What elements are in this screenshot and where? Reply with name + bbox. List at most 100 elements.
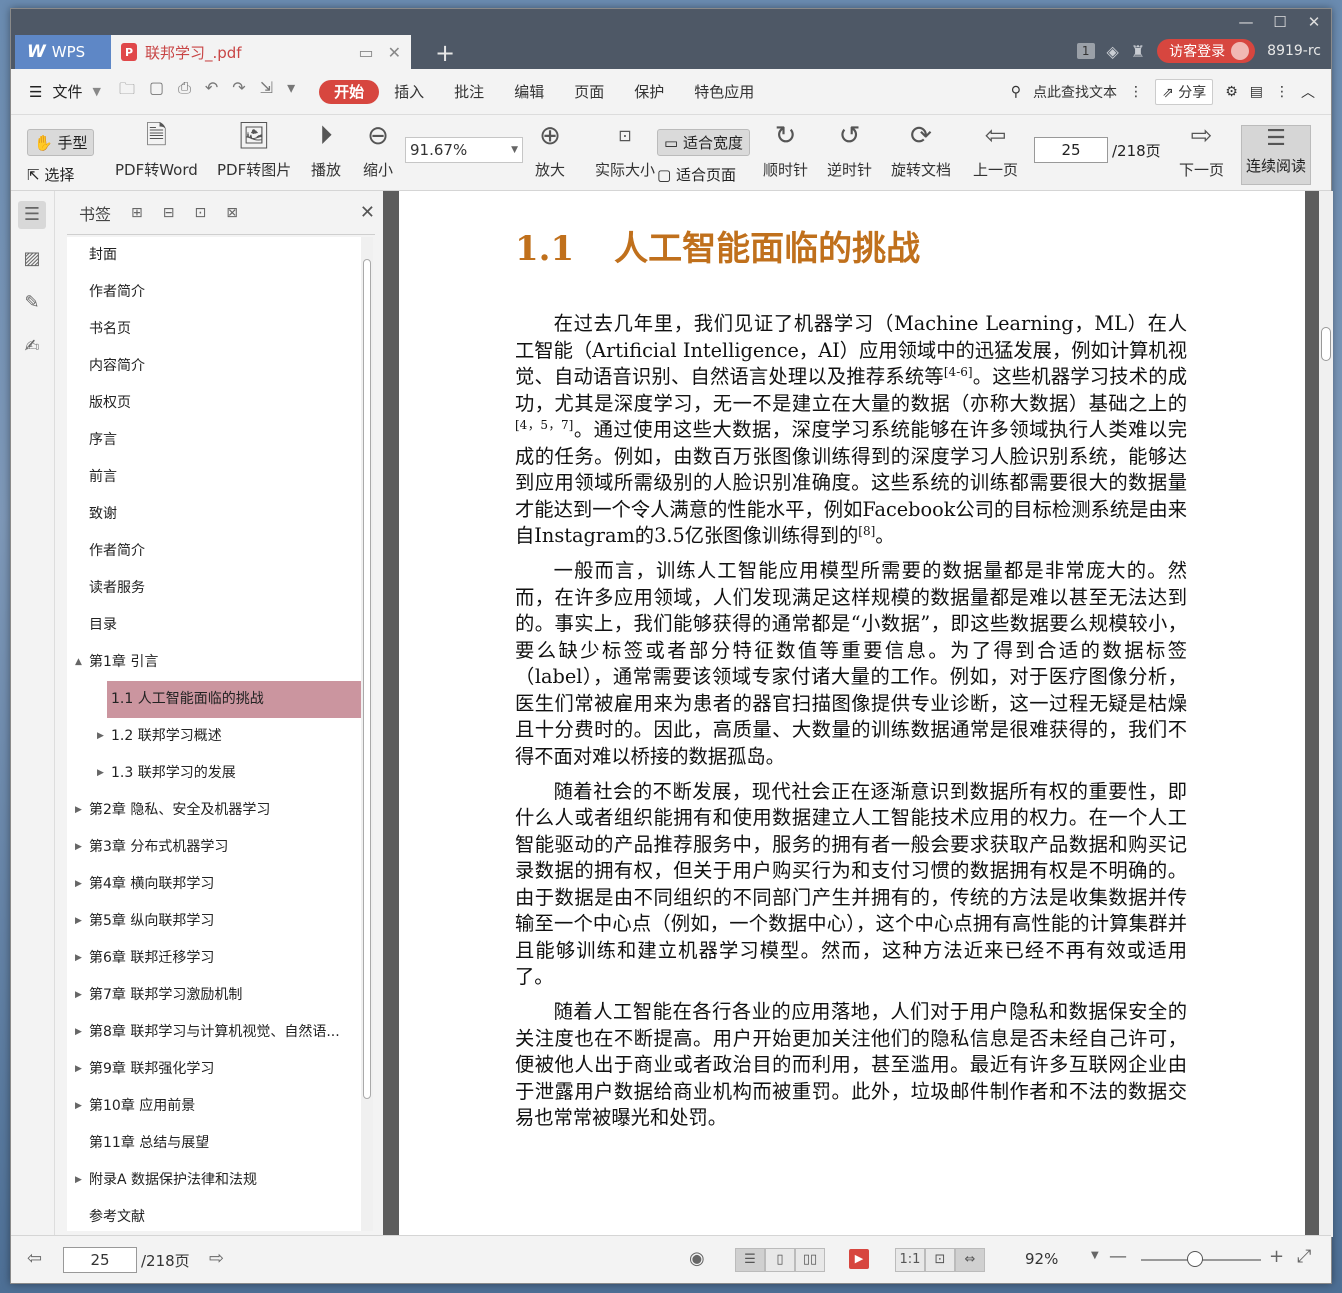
minimize-window-icon[interactable]: —: [1229, 9, 1263, 35]
hand-tool-button[interactable]: ✋ 手型: [27, 129, 95, 156]
status-page-input[interactable]: 25: [63, 1247, 137, 1273]
expand-toggle-icon[interactable]: ▶: [75, 903, 82, 940]
rotate-counterclockwise-button[interactable]: ↺ 逆时针: [827, 121, 872, 180]
zoom-slider-knob[interactable]: [1187, 1251, 1203, 1267]
pin-tab-icon[interactable]: ▭: [358, 43, 373, 62]
bookmark-item[interactable]: 序言: [67, 422, 361, 459]
bookmark-item[interactable]: ▶ 第7章 联邦学习激励机制: [67, 977, 361, 1014]
bookmark-item[interactable]: ▶ 1.2 联邦学习概述: [67, 718, 361, 755]
expand-toggle-icon[interactable]: ▲: [75, 644, 82, 681]
bookmark-item[interactable]: 书名页: [67, 311, 361, 348]
document-scroll-thumb[interactable]: [1321, 327, 1331, 361]
zoom-dropdown-icon[interactable]: ▼: [1091, 1250, 1099, 1261]
status-zoom-value[interactable]: 92%: [1025, 1250, 1058, 1268]
bookmark-item[interactable]: ▶ 第6章 联邦迁移学习: [67, 940, 361, 977]
file-menu[interactable]: 文件: [52, 81, 82, 102]
bookmark-item[interactable]: 读者服务: [67, 570, 361, 607]
menu-tab[interactable]: 保护: [619, 80, 679, 104]
continuous-reading-button[interactable]: ☰ 连续阅读: [1241, 125, 1311, 185]
bookmark-item[interactable]: 封面: [67, 237, 361, 274]
window-count-badge[interactable]: 1: [1076, 43, 1095, 59]
collapse-all-icon[interactable]: ⊟: [163, 205, 175, 221]
menu-tab[interactable]: 批注: [439, 80, 499, 104]
bookmark-item[interactable]: ▶ 附录A 数据保护法律和法规: [67, 1162, 361, 1199]
bookmark-item[interactable]: 版权页: [67, 385, 361, 422]
single-page-icon[interactable]: ▯: [765, 1248, 795, 1272]
expand-toggle-icon[interactable]: ▶: [75, 866, 82, 903]
find-text-button[interactable]: 点此查找文本: [1033, 82, 1117, 102]
expand-toggle-icon[interactable]: ▶: [75, 977, 82, 1014]
fullscreen-icon[interactable]: ⤢: [1297, 1246, 1311, 1267]
expand-toggle-icon[interactable]: ▶: [97, 755, 104, 792]
expand-toggle-icon[interactable]: ▶: [75, 1051, 82, 1088]
bookmark-scroll-thumb[interactable]: [363, 259, 371, 1099]
fit-width-button[interactable]: ▭ 适合宽度: [657, 129, 750, 156]
bookmark-item[interactable]: ▶ 第10章 应用前景: [67, 1088, 361, 1125]
document-tab[interactable]: P 联邦学习_.pdf ▭ ✕: [111, 35, 411, 69]
previous-page-icon[interactable]: ⇦: [27, 1248, 42, 1269]
bookmark-options-icon[interactable]: ⊠: [226, 205, 238, 221]
bookmark-item[interactable]: ▶ 第2章 隐私、安全及机器学习: [67, 792, 361, 829]
bookmark-item[interactable]: 第11章 总结与展望: [67, 1125, 361, 1162]
next-page-button[interactable]: ⇨ 下一页: [1179, 121, 1224, 180]
menu-tab[interactable]: 开始: [319, 79, 380, 104]
add-bookmark-icon[interactable]: ⊡: [194, 205, 206, 221]
bookmark-item[interactable]: ▲ 第1章 引言: [67, 644, 361, 681]
bookmark-item[interactable]: 作者简介: [67, 533, 361, 570]
fit-page-icon[interactable]: ⊡: [925, 1248, 955, 1272]
redo-icon[interactable]: ↷: [232, 78, 245, 105]
bookmark-item[interactable]: 致谢: [67, 496, 361, 533]
bookmark-item[interactable]: 参考文献: [67, 1199, 361, 1231]
close-window-icon[interactable]: ✕: [1297, 9, 1331, 35]
signature-panel-icon[interactable]: ✍: [18, 333, 46, 361]
document-scrollbar[interactable]: [1319, 191, 1333, 1237]
zoom-in-button[interactable]: ⊕ 放大: [535, 121, 565, 180]
fit-page-button[interactable]: ▢ 适合页面: [657, 164, 750, 185]
document-view[interactable]: 1.1 人工智能面临的挑战 在过去几年里，我们见证了机器学习（Machine Le…: [383, 191, 1333, 1237]
skin-icon[interactable]: ◈: [1107, 42, 1119, 61]
menu-tab[interactable]: 特色应用: [679, 80, 769, 104]
bookmark-scrollbar[interactable]: [361, 237, 373, 1231]
bookmark-item[interactable]: ▶ 第5章 纵向联邦学习: [67, 903, 361, 940]
print-icon[interactable]: ⎙: [178, 78, 191, 105]
wps-home-tab[interactable]: W WPS: [15, 35, 111, 69]
expand-toggle-icon[interactable]: ▶: [97, 718, 104, 755]
search-icon[interactable]: ⚲: [1011, 84, 1021, 100]
pdf-to-image-button[interactable]: 🖼 PDF转图片: [217, 121, 291, 180]
actual-size-button[interactable]: ⊡ 实际大小: [595, 121, 655, 180]
next-page-icon[interactable]: ⇨: [209, 1248, 224, 1269]
more-quick-icon[interactable]: ▾: [287, 78, 295, 105]
bookmark-item[interactable]: ▶ 第3章 分布式机器学习: [67, 829, 361, 866]
expand-toggle-icon[interactable]: ▶: [75, 940, 82, 977]
maximize-window-icon[interactable]: ☐: [1263, 9, 1297, 35]
rotate-document-button[interactable]: ⟳ 旋转文档: [891, 121, 951, 180]
bookmark-item[interactable]: 作者简介: [67, 274, 361, 311]
collapse-ribbon-icon[interactable]: ︿: [1301, 82, 1315, 102]
export-icon[interactable]: ⇲: [260, 78, 273, 105]
zoom-out-button[interactable]: ⊖ 缩小: [363, 121, 393, 180]
more-vertical-icon[interactable]: ⋮: [1129, 84, 1143, 100]
more-options-icon[interactable]: ⋮: [1275, 84, 1289, 100]
menu-tab[interactable]: 编辑: [499, 80, 559, 104]
close-icon[interactable]: ✕: [360, 202, 375, 223]
close-tab-icon[interactable]: ✕: [388, 43, 401, 62]
chevron-down-icon[interactable]: ▼: [92, 85, 100, 98]
zoom-slider[interactable]: [1141, 1251, 1261, 1267]
menu-tab[interactable]: 插入: [379, 80, 439, 104]
previous-page-button[interactable]: ⇦ 上一页: [973, 121, 1018, 180]
bookmark-item[interactable]: ▶ 1.3 联邦学习的发展: [67, 755, 361, 792]
guest-login-button[interactable]: 访客登录: [1157, 39, 1256, 63]
zoom-in-icon[interactable]: +: [1269, 1246, 1284, 1267]
play-button[interactable]: ⏵ 播放: [311, 121, 341, 180]
save-icon[interactable]: ▢: [149, 78, 164, 105]
bookmark-item[interactable]: ▶ 第4章 横向联邦学习: [67, 866, 361, 903]
single-page-continuous-icon[interactable]: ☰: [735, 1248, 765, 1272]
two-page-icon[interactable]: ▯▯: [795, 1248, 825, 1272]
zoom-out-icon[interactable]: —: [1109, 1246, 1127, 1267]
play-slideshow-icon[interactable]: ▶: [849, 1249, 869, 1269]
expand-toggle-icon[interactable]: ▶: [75, 1088, 82, 1125]
bookmark-panel-icon[interactable]: ☰: [18, 201, 46, 229]
expand-toggle-icon[interactable]: ▶: [75, 1162, 82, 1199]
expand-toggle-icon[interactable]: ▶: [75, 792, 82, 829]
settings-gear-icon[interactable]: ⚙: [1225, 84, 1238, 100]
